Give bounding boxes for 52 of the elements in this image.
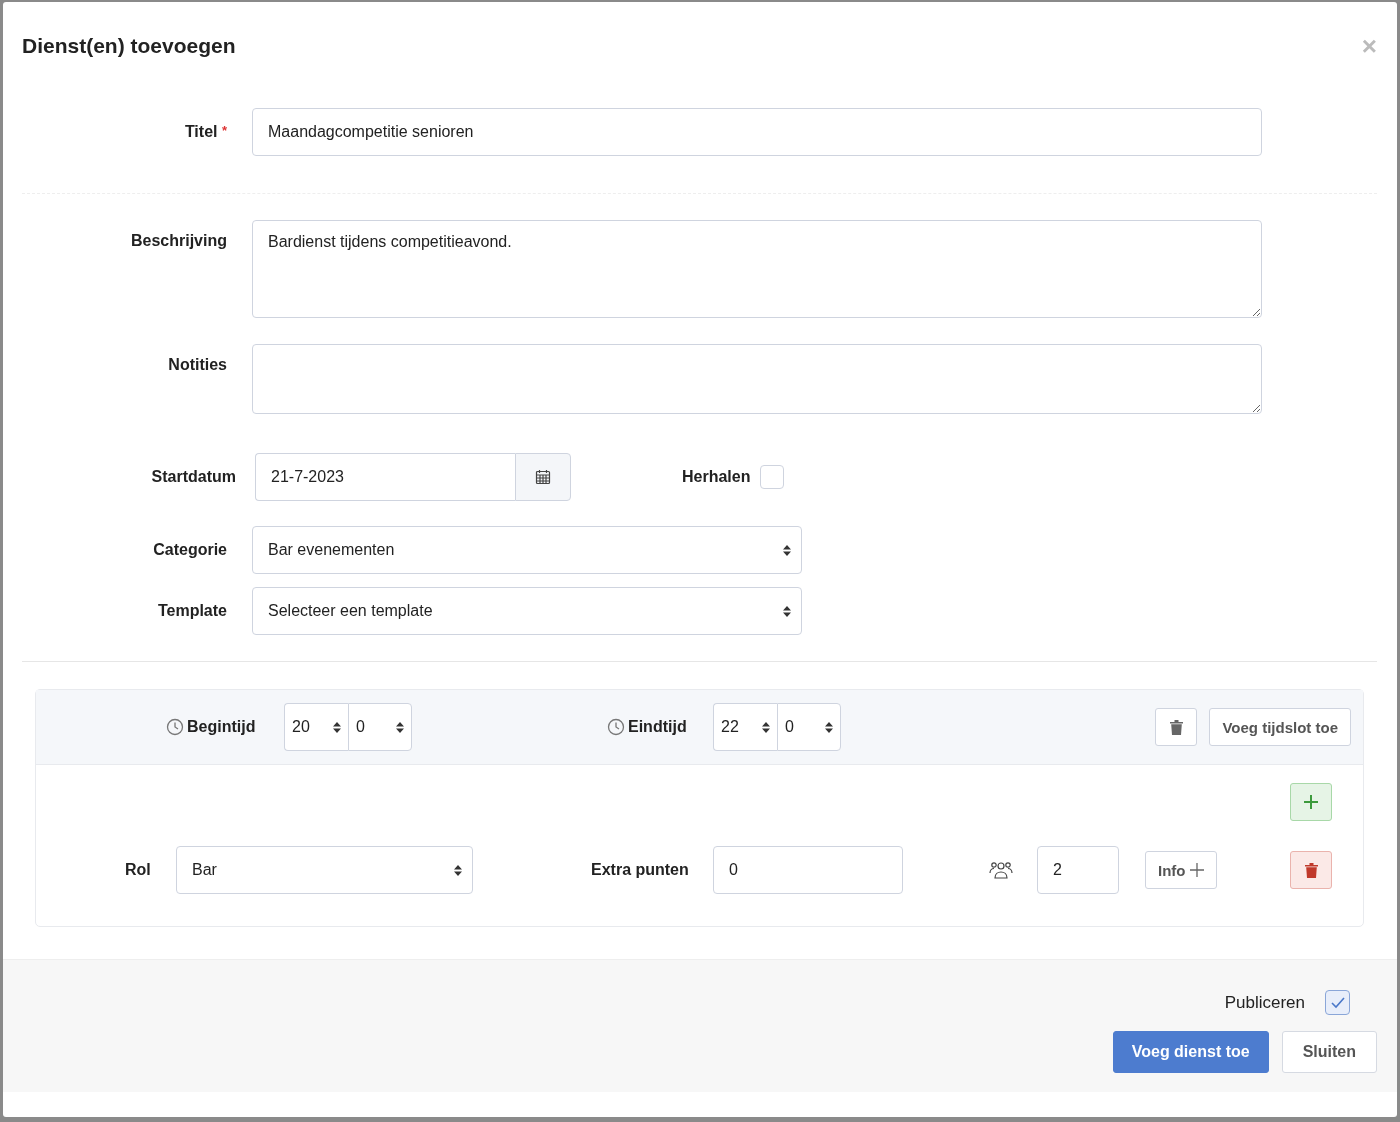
category-select[interactable]: Bar evenementen (252, 526, 802, 574)
required-mark: * (221, 123, 227, 138)
sort-arrows-icon (783, 544, 791, 556)
sort-arrows-icon (333, 721, 341, 733)
sort-arrows-icon (762, 721, 770, 733)
add-timeslot-button[interactable]: Voeg tijdslot toe (1209, 708, 1351, 746)
field-label: Beschrijving (130, 232, 227, 249)
field-label: Rol (125, 861, 152, 879)
hour-select[interactable]: 22 (713, 703, 777, 751)
publish-label: Publiceren (1224, 992, 1305, 1013)
count-input[interactable]: 2 (1037, 846, 1119, 894)
clock-icon (607, 718, 625, 736)
trash-icon (1304, 862, 1318, 878)
minute-select[interactable]: 0 (348, 703, 412, 751)
plus-icon (1189, 863, 1204, 877)
delete-role-button[interactable] (1290, 851, 1332, 889)
field-label: Titel (184, 123, 218, 140)
hour-select[interactable]: 20 (284, 703, 348, 751)
time-label: Eindtijd (628, 718, 687, 736)
people-icon (989, 860, 1013, 880)
field-label: Startdatum (151, 468, 236, 485)
calendar-icon (535, 469, 551, 485)
submit-button[interactable]: Voeg dienst toe (1112, 1031, 1269, 1073)
sort-arrows-icon (825, 721, 833, 733)
trash-icon (1169, 719, 1183, 735)
delete-timeslot-button[interactable] (1155, 708, 1198, 746)
field-label: Categorie (153, 541, 227, 558)
time-label: Begintijd (187, 718, 256, 736)
calendar-button[interactable] (515, 453, 571, 501)
clock-icon (166, 718, 184, 736)
sort-arrows-icon (783, 605, 791, 617)
description-textarea[interactable]: Bardienst tijdens competitieavond. (252, 220, 1262, 318)
sort-arrows-icon (396, 721, 404, 733)
template-select[interactable]: Selecteer een template (252, 587, 802, 635)
check-icon (1330, 996, 1345, 1009)
role-select[interactable]: Bar (176, 846, 473, 894)
minute-select[interactable]: 0 (777, 703, 841, 751)
modal-title: Dienst(en) toevoegen (22, 34, 236, 58)
plus-icon (1304, 795, 1318, 809)
info-button[interactable]: Info (1145, 851, 1217, 889)
repeat-checkbox[interactable] (760, 465, 785, 489)
field-label: Herhalen (682, 468, 751, 486)
sort-arrows-icon (454, 864, 462, 876)
title-input[interactable]: Maandagcompetitie senioren (252, 108, 1262, 156)
field-label: Notities (168, 356, 227, 373)
add-role-button[interactable] (1290, 783, 1332, 821)
date-input[interactable]: 21-7-2023 (255, 453, 515, 501)
close-button[interactable]: Sluiten (1281, 1031, 1377, 1073)
field-label: Template (157, 602, 227, 619)
publish-checkbox[interactable] (1325, 990, 1350, 1015)
field-label: Extra punten (591, 861, 690, 879)
extra-points-input[interactable]: 0 (713, 846, 903, 894)
